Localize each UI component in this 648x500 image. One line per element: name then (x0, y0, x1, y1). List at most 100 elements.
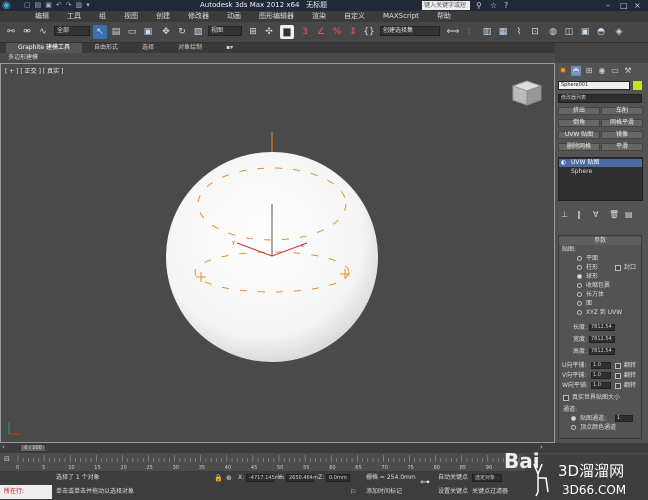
u-flip-checkbox[interactable]: 翻转 (615, 362, 636, 370)
mirror-icon[interactable]: ⟺ (446, 25, 460, 39)
polygon-modeling-label[interactable]: 多边形建模 (8, 54, 38, 61)
edit-named-selection-icon[interactable]: {} (362, 25, 376, 39)
create-tab-icon[interactable]: ✹ (558, 66, 568, 76)
absolute-mode-icon[interactable]: ⊕ (226, 474, 232, 482)
select-link-icon[interactable]: ⚯ (4, 25, 18, 39)
selection-filter-dropdown[interactable]: 全部 (54, 26, 90, 36)
hold-icon[interactable]: ▥ (76, 0, 83, 11)
schematic-view-icon[interactable]: ⊡ (528, 25, 542, 39)
select-manipulate-icon[interactable]: ✣ (262, 25, 276, 39)
length-spinner[interactable]: 7812.54 (589, 324, 615, 331)
reference-coordinate-dropdown[interactable]: 视图 (208, 26, 242, 36)
minimize-icon[interactable]: – (606, 0, 610, 11)
named-selection-dropdown[interactable]: 创建选择集 (380, 26, 440, 36)
render-production-icon[interactable]: ◓ (594, 25, 608, 39)
render-iterative-icon[interactable]: ◈ (612, 25, 626, 39)
pivot-center-icon[interactable]: ⊞ (246, 25, 260, 39)
menu-views[interactable]: 视图 (115, 11, 147, 22)
close-icon[interactable]: × (634, 0, 641, 11)
select-object-icon[interactable]: ↖ (93, 25, 107, 39)
z-coord-field[interactable]: 0.0mm (326, 474, 350, 482)
extrude-button[interactable]: 挤出 (558, 107, 600, 115)
v-tile-spinner[interactable]: 1.0 (591, 372, 611, 379)
align-icon[interactable]: ⫶ (462, 25, 476, 39)
snap-toggle-icon[interactable]: 3 (298, 25, 312, 39)
unlink-icon[interactable]: ⚮ (20, 25, 34, 39)
modifier-list-dropdown[interactable]: 修改器列表 (558, 94, 642, 103)
auto-key-button[interactable]: 自动关键点 (438, 474, 468, 482)
curve-editor-icon[interactable]: ⌇ (512, 25, 526, 39)
w-flip-checkbox[interactable]: 翻转 (615, 382, 636, 390)
selected-object-dropdown[interactable]: 选定对象 (472, 474, 502, 482)
display-tab-icon[interactable]: ▭ (610, 66, 620, 76)
mapping-shrinkwrap-radio[interactable]: 收缩包裹 (577, 282, 610, 290)
map-channel-spinner[interactable]: 1 (615, 415, 633, 422)
menu-customize[interactable]: 自定义 (335, 11, 374, 22)
hierarchy-tab-icon[interactable]: ⊞ (584, 66, 594, 76)
menu-group[interactable]: 组 (90, 11, 115, 22)
dropdown-icon[interactable]: ▾ (86, 0, 90, 11)
angle-snap-icon[interactable]: ∠ (314, 25, 328, 39)
pin-stack-icon[interactable]: ⊥ (561, 211, 568, 219)
maxscript-listener[interactable]: 所在行: (0, 485, 52, 499)
real-world-checkbox[interactable]: 真实世界贴图大小 (563, 394, 620, 402)
light-bulb-icon[interactable]: ◐ (561, 159, 566, 167)
smooth-button[interactable]: 平滑 (601, 143, 643, 151)
binoculars-icon[interactable]: ⚲ (476, 0, 482, 11)
x-coord-field[interactable]: -4717.145mm (246, 474, 284, 482)
perspective-viewport[interactable]: [ + ] [ 正交 ] [ 真实 ] y x (0, 63, 555, 443)
meshsmooth-button[interactable]: 网格平滑 (601, 119, 643, 127)
stack-item-sphere[interactable]: Sphere (559, 168, 592, 176)
undo-icon[interactable]: ↶ (56, 0, 62, 11)
graphite-toggle-icon[interactable]: ▦ (496, 25, 510, 39)
rect-selection-icon[interactable]: ▭ (125, 25, 139, 39)
percent-snap-icon[interactable]: % (330, 25, 344, 39)
material-editor-icon[interactable]: ◍ (546, 25, 560, 39)
vertex-color-radio[interactable]: 顶点颜色通道 (571, 424, 616, 432)
menu-graph-editors[interactable]: 图形编辑器 (250, 11, 303, 22)
window-crossing-icon[interactable]: ▣ (141, 25, 155, 39)
rotate-icon[interactable]: ↻ (175, 25, 189, 39)
star-icon[interactable]: ☆ (490, 0, 497, 11)
menu-modifiers[interactable]: 修改器 (179, 11, 218, 22)
time-tag-icon[interactable]: ⚐ (350, 488, 356, 496)
stack-item-uvw-map[interactable]: UVW 贴图 (559, 159, 642, 167)
time-prev-icon[interactable]: ‹ (2, 443, 5, 451)
mapping-box-radio[interactable]: 长方体 (577, 291, 604, 299)
render-setup-icon[interactable]: ◫ (562, 25, 576, 39)
remove-modifier-icon[interactable]: 🗑 (609, 211, 619, 219)
tab-graphite-modeling[interactable]: Graphite 建模工具 (6, 43, 83, 53)
move-icon[interactable]: ✥ (159, 25, 173, 39)
set-key-button[interactable]: 设置关键点 (438, 488, 468, 496)
mapping-spherical-radio[interactable]: 球形 (577, 273, 598, 281)
u-tile-spinner[interactable]: 1.0 (591, 362, 611, 369)
bevel-button[interactable]: 倒角 (558, 119, 600, 127)
menu-help[interactable]: 帮助 (428, 11, 460, 22)
uvw-map-button[interactable]: UVW 贴图 (558, 131, 600, 139)
save-icon[interactable]: ▣ (45, 0, 52, 11)
bind-space-warp-icon[interactable]: ∿ (36, 25, 50, 39)
w-tile-spinner[interactable]: 1.0 (591, 382, 611, 389)
mapping-planar-radio[interactable]: 平面 (577, 255, 598, 263)
menu-create[interactable]: 创建 (147, 11, 179, 22)
make-unique-icon[interactable]: ∀ (593, 211, 598, 219)
show-end-result-icon[interactable]: ‖ (577, 211, 581, 219)
key-icon[interactable]: ⊶ (420, 478, 430, 488)
lathe-button[interactable]: 车削 (601, 107, 643, 115)
parameters-rollout-header[interactable]: 参数 (559, 237, 641, 245)
select-by-name-icon[interactable]: ▤ (109, 25, 123, 39)
v-flip-checkbox[interactable]: 翻转 (615, 372, 636, 380)
add-time-tag[interactable]: 添加时间标记 (366, 488, 402, 496)
rendered-frame-icon[interactable]: ▣ (578, 25, 592, 39)
layer-manager-icon[interactable]: ▥ (480, 25, 494, 39)
menu-maxscript[interactable]: MAXScript (374, 11, 428, 22)
lock-selection-icon[interactable]: 🔒 (214, 474, 223, 482)
cap-checkbox[interactable]: 封口 (615, 264, 636, 272)
menu-tools[interactable]: 工具 (58, 11, 90, 22)
maximize-icon[interactable]: □ (620, 0, 628, 11)
time-slider-thumb[interactable]: 0 / 100 (20, 444, 46, 452)
delete-mesh-button[interactable]: 删除网格 (558, 143, 600, 151)
object-name-field[interactable]: Sphere001 (558, 81, 630, 90)
viewcube-icon[interactable] (511, 80, 543, 106)
object-color-swatch[interactable] (633, 81, 642, 90)
